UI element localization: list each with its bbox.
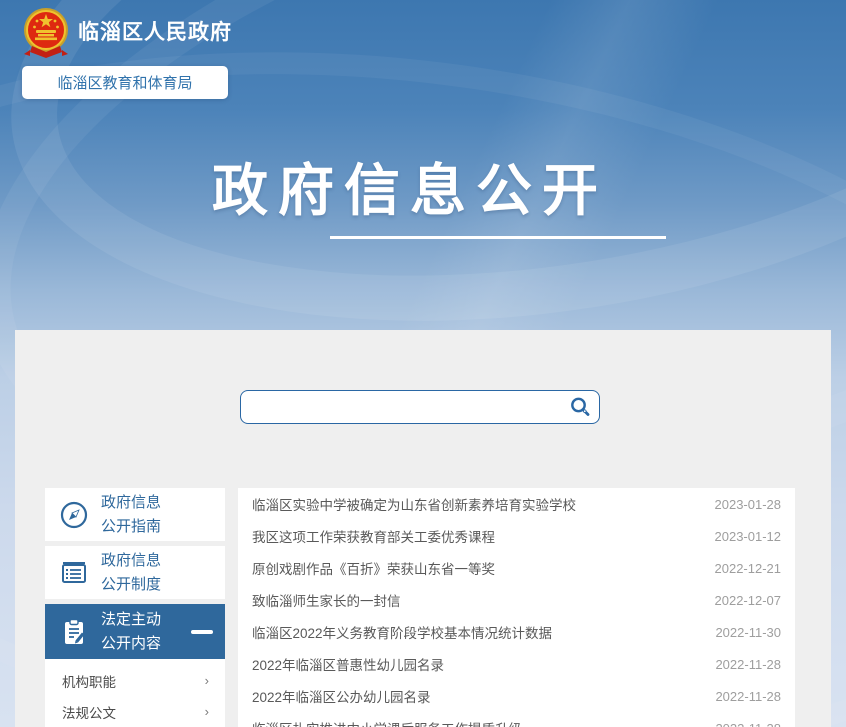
page: 临淄区人民政府 临淄区教育和体育局 政府信息公开 政府信息公开指南 bbox=[0, 0, 846, 727]
news-row[interactable]: 2022年临淄区公办幼儿园名录 2022-11-28 bbox=[238, 680, 795, 712]
page-title: 政府信息公开 bbox=[150, 146, 670, 227]
sidebar-item-gov-info-guide[interactable]: 政府信息公开指南 bbox=[45, 488, 225, 541]
news-row[interactable]: 临淄区2022年义务教育阶段学校基本情况统计数据 2022-11-30 bbox=[238, 616, 795, 648]
chevron-right-icon: › bbox=[205, 704, 209, 719]
sidebar-item-statutory-disclosure[interactable]: 法定主动公开内容 bbox=[45, 604, 225, 659]
news-row[interactable]: 临淄区实验中学被确定为山东省创新素养培育实验学校 2023-01-28 bbox=[238, 488, 795, 520]
chevron-right-icon: › bbox=[205, 673, 209, 688]
sidebar-submenu: 机构职能 › 法规公文 › bbox=[45, 659, 225, 727]
national-emblem-icon bbox=[22, 6, 70, 60]
news-title: 2022年临淄区普惠性幼儿园名录 bbox=[252, 654, 444, 674]
compass-icon bbox=[58, 499, 90, 531]
search-icon bbox=[569, 396, 591, 418]
active-dash-icon bbox=[191, 630, 213, 634]
news-row[interactable]: 我区这项工作荣获教育部关工委优秀课程 2023-01-12 bbox=[238, 520, 795, 552]
search-input[interactable] bbox=[241, 391, 561, 423]
news-title: 临淄区实验中学被确定为山东省创新素养培育实验学校 bbox=[252, 494, 576, 514]
news-title: 2022年临淄区公办幼儿园名录 bbox=[252, 686, 431, 706]
document-list-icon bbox=[58, 557, 90, 589]
submenu-label: 机构职能 bbox=[62, 671, 116, 691]
news-title: 临淄区2022年义务教育阶段学校基本情况统计数据 bbox=[252, 622, 552, 642]
title-underline bbox=[330, 236, 666, 239]
news-date: 2022-11-28 bbox=[715, 721, 781, 727]
sidebar-item-gov-info-system[interactable]: 政府信息公开制度 bbox=[45, 546, 225, 599]
news-title: 临淄区扎实推进中小学课后服务工作提质升级 bbox=[252, 718, 522, 727]
submenu-label: 法规公文 bbox=[62, 702, 116, 722]
site-title: 临淄区人民政府 bbox=[78, 16, 232, 46]
news-date: 2022-12-21 bbox=[715, 561, 782, 576]
submenu-item-laws-documents[interactable]: 法规公文 › bbox=[45, 696, 225, 727]
news-date: 2022-11-28 bbox=[715, 657, 781, 672]
news-title: 致临淄师生家长的一封信 bbox=[252, 590, 401, 610]
news-date: 2022-11-30 bbox=[715, 625, 781, 640]
news-row[interactable]: 原创戏剧作品《百折》荣获山东省一等奖 2022-12-21 bbox=[238, 552, 795, 584]
sidebar-item-label: 政府信息公开制度 bbox=[101, 549, 161, 596]
sidebar-item-label: 政府信息公开指南 bbox=[101, 491, 161, 538]
department-button[interactable]: 临淄区教育和体育局 bbox=[22, 66, 228, 99]
search-button[interactable] bbox=[561, 391, 599, 423]
news-row[interactable]: 致临淄师生家长的一封信 2022-12-07 bbox=[238, 584, 795, 616]
news-list: 临淄区实验中学被确定为山东省创新素养培育实验学校 2023-01-28 我区这项… bbox=[238, 488, 795, 727]
submenu-item-org-functions[interactable]: 机构职能 › bbox=[45, 665, 225, 696]
news-date: 2022-11-28 bbox=[715, 689, 781, 704]
news-row[interactable]: 2022年临淄区普惠性幼儿园名录 2022-11-28 bbox=[238, 648, 795, 680]
search-bar bbox=[240, 390, 600, 424]
news-date: 2022-12-07 bbox=[715, 593, 782, 608]
news-date: 2023-01-28 bbox=[715, 497, 782, 512]
news-title: 我区这项工作荣获教育部关工委优秀课程 bbox=[252, 526, 495, 546]
clipboard-pen-icon bbox=[58, 616, 90, 648]
sidebar-item-label: 法定主动公开内容 bbox=[101, 608, 161, 655]
news-row[interactable]: 临淄区扎实推进中小学课后服务工作提质升级 2022-11-28 bbox=[238, 712, 795, 727]
news-date: 2023-01-12 bbox=[715, 529, 782, 544]
news-title: 原创戏剧作品《百折》荣获山东省一等奖 bbox=[252, 558, 495, 578]
